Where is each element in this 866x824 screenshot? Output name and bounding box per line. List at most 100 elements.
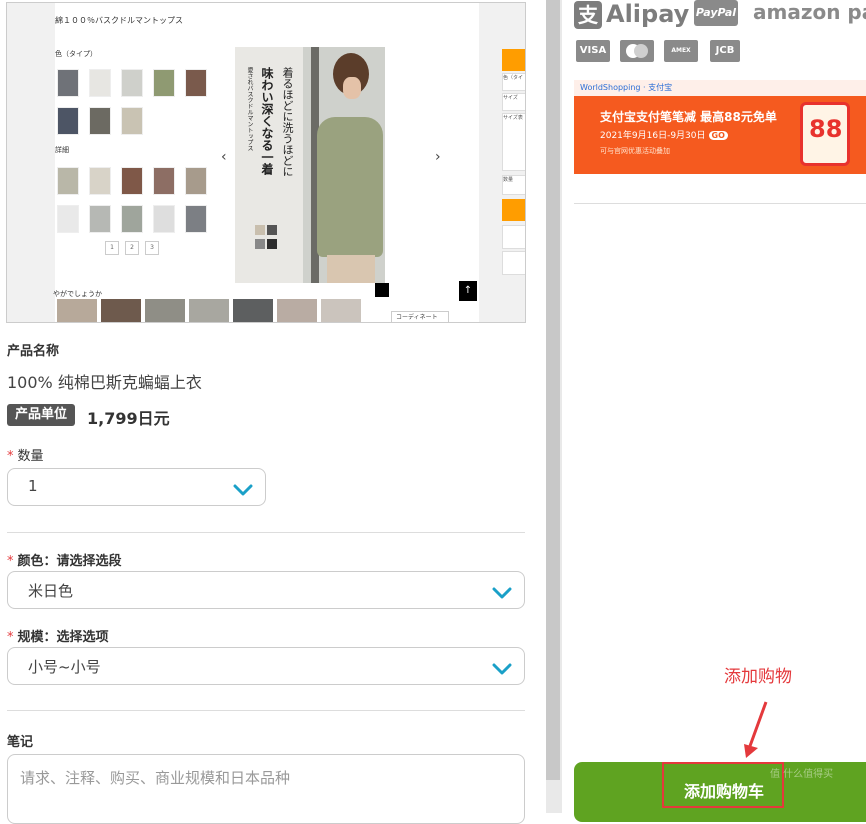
alipay-text: Alipay: [606, 0, 690, 28]
add-to-cart-label: 添加购物车: [684, 782, 765, 801]
thumb[interactable]: [185, 167, 207, 195]
pager-3[interactable]: 3: [145, 241, 159, 255]
hero-text-small: 愛されバスクドルマントップス: [246, 67, 253, 151]
side-option[interactable]: 色（タイ: [502, 73, 525, 91]
swatch: [267, 239, 277, 249]
side-option[interactable]: [502, 251, 525, 275]
banner-go-button[interactable]: GO: [708, 131, 728, 140]
product-name: 100% 纯棉巴斯克蝙蝠上衣: [7, 373, 202, 392]
thumb[interactable]: [57, 205, 79, 233]
size-select[interactable]: 小号~小号: [7, 647, 525, 685]
visa-logo: VISA: [576, 40, 610, 62]
strip-thumb[interactable]: [145, 299, 185, 322]
strip-thumb[interactable]: [277, 299, 317, 322]
chevron-down-icon: [492, 660, 512, 679]
swatch: [255, 239, 265, 249]
scrollbar-track[interactable]: [546, 0, 562, 813]
jcb-logo: JCB: [710, 40, 740, 62]
thumb[interactable]: [121, 69, 143, 97]
scrollbar-thumb[interactable]: [546, 0, 560, 780]
product-price: 1,799日元: [87, 409, 170, 428]
size-label: * 规模：选择选项: [7, 626, 109, 645]
divider: [574, 203, 866, 204]
strip-thumb[interactable]: [189, 299, 229, 322]
thumb[interactable]: [57, 107, 79, 135]
thumb[interactable]: [153, 69, 175, 97]
color-select[interactable]: 米日色: [7, 571, 525, 609]
thumb[interactable]: [57, 167, 79, 195]
side-option[interactable]: サイズ: [502, 93, 525, 111]
thumb[interactable]: [153, 167, 175, 195]
scroll-top-icon[interactable]: ↑: [459, 281, 477, 301]
quantity-select[interactable]: 1: [7, 468, 266, 506]
banner-headline: 支付宝支付笔笔减 最高88元免单: [600, 110, 777, 124]
hero-text-main: 着るほどに洗うほどに: [281, 67, 294, 177]
strip-thumb[interactable]: [321, 299, 361, 322]
amex-logo: AMEX: [664, 40, 698, 62]
banner-badge: 88: [809, 115, 843, 143]
notes-placeholder: 请求、注释、购买、商业规模和日本品种: [20, 769, 291, 787]
annotation-arrow-icon: [744, 701, 768, 758]
amazon-pay-logo: amazon pay: [753, 0, 866, 24]
thumb[interactable]: [121, 107, 143, 135]
strip-thumb[interactable]: [101, 299, 141, 322]
quantity-label-text: 数量: [17, 449, 44, 464]
banner-note: 可与官网优惠活动叠加: [600, 147, 670, 155]
hero-photo: 着るほどに洗うほどに 味わい深くなる一着 愛されバスクドルマントップス: [235, 47, 385, 283]
thumb[interactable]: [121, 205, 143, 233]
coordinate-button[interactable]: コーディネート: [391, 311, 449, 322]
pager-1[interactable]: 1: [105, 241, 119, 255]
thumb[interactable]: [185, 69, 207, 97]
color-label-text: 颜色：请选择选段: [17, 554, 122, 569]
product-unit-badge: 产品单位: [7, 404, 76, 426]
thumb[interactable]: [185, 205, 207, 233]
side-option-orange[interactable]: [502, 49, 525, 71]
side-option-orange[interactable]: [502, 199, 525, 221]
notes-textarea[interactable]: 请求、注释、购买、商业规模和日本品种: [7, 754, 525, 824]
thumb[interactable]: [89, 69, 111, 97]
alipay-logo: 支 Alipay: [574, 0, 689, 29]
quantity-value: 1: [28, 477, 38, 495]
side-option[interactable]: [502, 225, 525, 249]
product-name-label: 产品名称: [7, 344, 60, 359]
alipay-icon: 支: [574, 1, 602, 29]
product-form-panel: 綿１００％バスクドルマントップス 色（タイプ） 詳細 1 2 3 ‹ › 着るほ…: [0, 0, 546, 824]
color-value: 米日色: [28, 582, 74, 600]
thumb[interactable]: [89, 167, 111, 195]
paypal-logo: PayPal: [694, 0, 738, 26]
thumb[interactable]: [89, 205, 111, 233]
swatch: [255, 225, 265, 235]
banner-dates-text: 2021年9月16日-9月30日: [600, 131, 706, 141]
strip-thumb[interactable]: [57, 299, 97, 322]
mastercard-logo: [620, 40, 654, 62]
next-arrow-icon[interactable]: ›: [435, 149, 441, 165]
thumb[interactable]: [57, 69, 79, 97]
side-option[interactable]: サイズ表: [502, 113, 525, 171]
chevron-down-icon: [233, 481, 253, 500]
product-image[interactable]: 綿１００％バスクドルマントップス 色（タイプ） 詳細 1 2 3 ‹ › 着るほ…: [6, 2, 526, 323]
hero-model-pants: [327, 255, 375, 283]
product-image-canvas: 綿１００％バスクドルマントップス 色（タイプ） 詳細 1 2 3 ‹ › 着るほ…: [53, 3, 525, 322]
annotation-text: 添加购物: [724, 667, 792, 687]
promo-banner[interactable]: WorldShopping · 支付宝 支付宝支付笔笔减 最高88元免单 202…: [574, 80, 866, 174]
required-marker: *: [7, 630, 14, 645]
thumb[interactable]: [89, 107, 111, 135]
notes-label: 笔记: [7, 735, 34, 750]
thumb[interactable]: [153, 205, 175, 233]
divider: [7, 710, 525, 711]
pager-2[interactable]: 2: [125, 241, 139, 255]
hero-model-shirt: [317, 117, 383, 257]
required-marker: *: [7, 449, 14, 464]
hero-text-big: 味わい深くなる一着: [260, 67, 274, 175]
prev-arrow-icon[interactable]: ‹: [221, 149, 227, 165]
banner-logo: WorldShopping · 支付宝: [580, 83, 673, 92]
strip-thumb[interactable]: [233, 299, 273, 322]
banner-dates: 2021年9月16日-9月30日 GO: [600, 128, 728, 141]
thumb[interactable]: [121, 167, 143, 195]
image-section-detail: 詳細: [55, 146, 69, 154]
divider: [7, 532, 525, 533]
side-option[interactable]: 数量: [502, 175, 525, 195]
quantity-label: * 数量: [7, 445, 44, 464]
required-marker: *: [7, 554, 14, 569]
strip-label: やがでしょうか: [53, 290, 102, 298]
